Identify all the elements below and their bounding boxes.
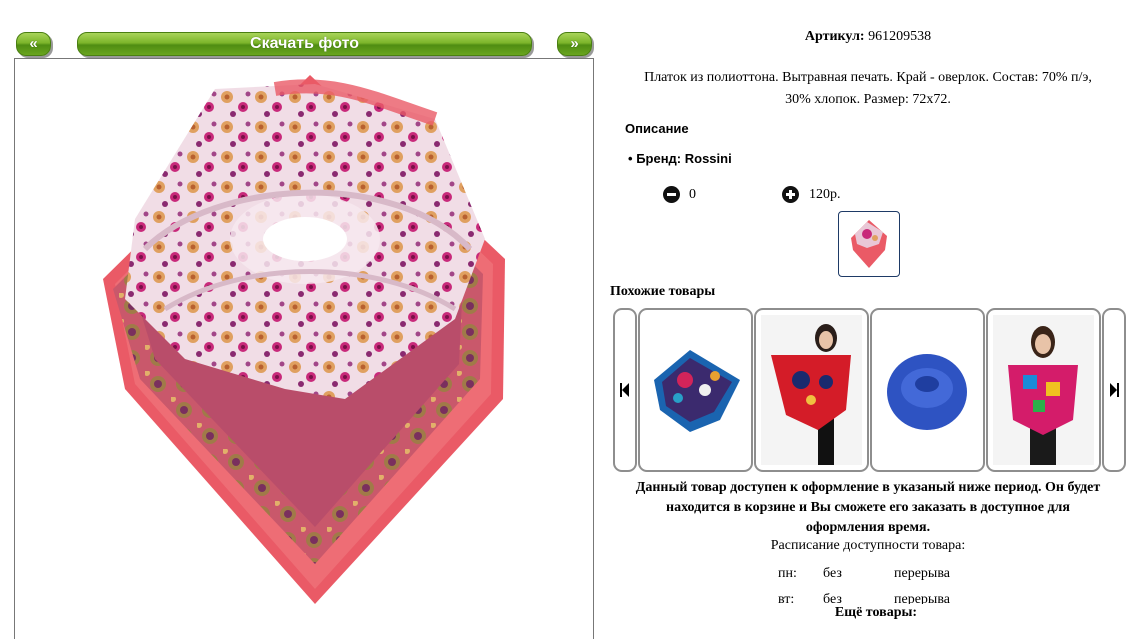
schedule-to: перерыва <box>894 566 950 581</box>
prev-photo-button[interactable]: « <box>16 32 51 56</box>
product-thumbnail[interactable] <box>838 211 900 277</box>
scarf-photo <box>103 75 505 604</box>
notice-line: оформления время. <box>805 520 931 535</box>
schedule-table: пн: без перерыва вт: без перерыва <box>600 564 1132 604</box>
description-line: Платок из полиоттона. Вытравная печать. … <box>644 70 1092 85</box>
brand-text: Бренд: Rossini <box>636 151 732 166</box>
schedule-day: вт: <box>778 592 795 604</box>
similar-prev-button[interactable] <box>613 308 637 472</box>
similar-item-4[interactable] <box>986 308 1101 472</box>
plus-icon[interactable] <box>782 186 799 203</box>
schedule-from: без <box>823 592 842 604</box>
description-section-title: Описание <box>625 121 689 136</box>
bullet-icon: • <box>628 151 633 166</box>
skip-prev-icon <box>620 383 629 397</box>
minus-icon[interactable] <box>663 186 680 203</box>
description-line: 30% хлопок. Размер: 72x72. <box>785 92 951 107</box>
schedule-row: пн: без перерыва <box>600 564 1132 590</box>
woman-multicolor-scarf-image <box>993 315 1094 465</box>
more-products-title: Ещё товары: <box>600 605 1132 628</box>
article-label: Артикул: <box>804 29 865 44</box>
scarf-blue-paisley-image <box>654 350 740 432</box>
quantity-value: 0 <box>689 187 696 202</box>
article-value: 961209538 <box>868 29 932 44</box>
product-description: Платок из полиоттона. Вытравная печать. … <box>600 67 1132 111</box>
article-line: Артикул: 961209538 <box>600 29 1132 45</box>
schedule-row: вт: без перерыва <box>600 590 1132 604</box>
price-value: 120р. <box>809 187 841 202</box>
next-photo-button[interactable]: » <box>557 32 592 56</box>
thumbnail-image <box>851 220 887 268</box>
brand-item: • Бренд: Rossini <box>628 151 732 166</box>
similar-title: Похожие товары <box>610 284 716 299</box>
similar-item-3[interactable] <box>870 308 985 472</box>
similar-item-2[interactable] <box>754 308 869 472</box>
notice-line: находится в корзине и Вы сможете его зак… <box>666 500 1070 515</box>
notice-line: Данный товар доступен к оформление в ука… <box>635 480 1101 495</box>
main-photo-frame <box>14 58 594 639</box>
schedule-from: без <box>823 566 842 581</box>
download-photo-button[interactable]: Скачать фото <box>77 32 532 56</box>
blue-snood-image <box>887 354 967 430</box>
schedule-to: перерыва <box>894 592 950 604</box>
schedule-title: Расписание доступности товара: <box>770 538 966 553</box>
schedule-day: пн: <box>778 566 797 581</box>
similar-next-button[interactable] <box>1102 308 1126 472</box>
skip-next-icon <box>1110 383 1119 397</box>
availability-notice: Данный товар доступен к оформление в ука… <box>600 478 1132 538</box>
woman-red-shawl-image <box>761 315 862 465</box>
similar-item-1[interactable] <box>638 308 753 472</box>
